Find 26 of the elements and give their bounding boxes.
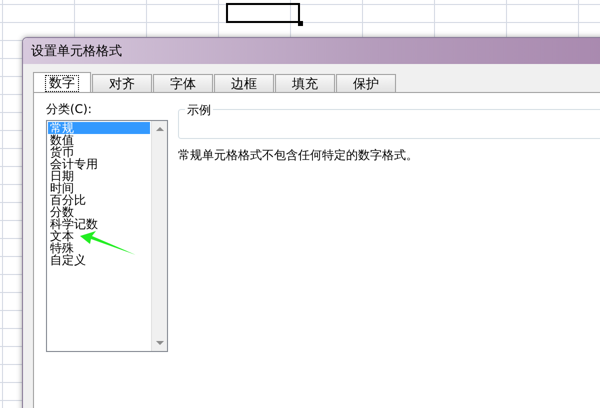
scrollbar[interactable] — [151, 121, 167, 351]
category-item[interactable]: 自定义 — [48, 254, 150, 266]
category-item[interactable]: 分数 — [48, 206, 150, 218]
tab[interactable]: 填充 — [275, 74, 335, 92]
category-item[interactable]: 百分比 — [48, 194, 150, 206]
arrow-drawing — [80, 231, 136, 255]
category-item[interactable]: 会计专用 — [48, 158, 150, 170]
category-list[interactable]: 常规 数值 货币 会计专用 日期 时间 百分比 分数 科学记数 文本 特殊 自定义 — [46, 120, 168, 352]
tab[interactable]: 保护 — [336, 74, 396, 92]
tab[interactable]: 边框 — [214, 74, 274, 92]
category-item[interactable]: 科学记数 — [48, 218, 150, 230]
tab[interactable]: 对齐 — [92, 74, 152, 92]
dialog-title: 设置单元格格式 — [31, 43, 122, 60]
category-item[interactable]: 特殊 — [48, 242, 150, 254]
tab[interactable]: 字体 — [153, 74, 213, 92]
scroll-up-icon[interactable] — [156, 127, 164, 131]
category-item[interactable]: 文本 — [48, 230, 150, 242]
tab[interactable]: 数字 — [33, 72, 91, 92]
category-item[interactable]: 货币 — [48, 146, 150, 158]
format-description: 常规单元格格式不包含任何特定的数字格式。 — [178, 147, 419, 164]
category-item[interactable]: 时间 — [48, 182, 150, 194]
category-label: 分类(C): — [46, 101, 93, 118]
category-item[interactable]: 数值 — [48, 134, 150, 146]
category-item[interactable]: 日期 — [48, 170, 150, 182]
sample-legend: 示例 — [185, 102, 213, 119]
scroll-down-icon[interactable] — [156, 341, 164, 345]
